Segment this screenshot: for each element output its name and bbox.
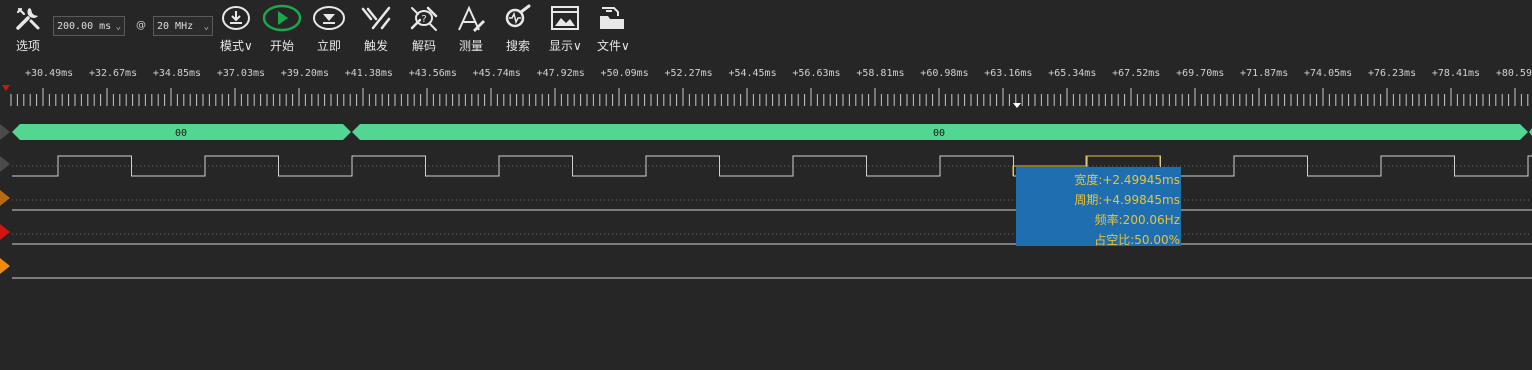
search-icon [505, 4, 531, 28]
file-button[interactable]: 文件∨ [597, 4, 630, 54]
pulse-period-readout: 周期:+4.99845ms [1074, 193, 1180, 207]
immediate-label: 立即 [316, 39, 341, 53]
toolbar: 选项 200.00 ms ⌄ @ 20 MHz ⌄ 模式∨ 开始 立即 触发 ?… [0, 0, 1532, 62]
svg-text:?: ? [421, 14, 427, 25]
trigger-label: 触发 [363, 39, 388, 53]
measure-label: 测量 [458, 39, 483, 53]
trigger-icon [361, 6, 391, 30]
chevron-down-icon: ⌄ [115, 22, 121, 32]
start-label: 开始 [269, 39, 294, 53]
decoder-channel-marker[interactable] [0, 124, 10, 140]
sample-rate-select[interactable]: 20 MHz ⌄ [153, 16, 213, 36]
ruler-ticks [2, 85, 1529, 108]
display-icon [551, 6, 580, 30]
measure-button[interactable]: 测量 [455, 4, 487, 54]
options-label: 选项 [15, 39, 40, 53]
file-icon [600, 7, 625, 29]
cursor-marker-icon [1013, 103, 1021, 108]
decode-label: 解码 [411, 39, 436, 53]
decode-segment-label: 00 [175, 128, 187, 139]
chevron-down-icon: ∨ [573, 39, 582, 53]
at-symbol: @ [136, 20, 146, 31]
mode-label: 模式 [220, 39, 245, 53]
wrench-icon [16, 7, 40, 30]
pulse-frequency-readout: 频率:200.06Hz [1094, 213, 1180, 227]
decode-button[interactable]: ? 解码 [408, 4, 440, 54]
options-button[interactable]: 选项 [14, 4, 42, 54]
trigger-marker-icon [2, 85, 10, 91]
display-button[interactable]: 显示∨ [549, 4, 582, 54]
time-base-value: 200.00 ms [57, 21, 112, 32]
play-icon [262, 4, 302, 32]
sample-rate-value: 20 MHz [157, 21, 194, 32]
start-button[interactable]: 开始 [262, 4, 302, 54]
file-label: 文件 [597, 39, 622, 53]
channel-1-marker[interactable] [0, 190, 10, 206]
search-label: 搜索 [505, 39, 530, 53]
chevron-down-icon: ∨ [244, 39, 253, 53]
pulse-duty-readout: 占空比:50.00% [1094, 233, 1180, 247]
channel-2-marker[interactable] [0, 224, 10, 240]
time-ruler[interactable]: +30.49ms +32.67ms +34.85ms +37.03ms +39.20ms… [0, 62, 1532, 112]
pulse-width-readout: 宽度:+2.49945ms [1074, 173, 1180, 187]
search-button[interactable]: 搜索 [503, 4, 533, 54]
trigger-button[interactable]: 触发 [360, 4, 392, 54]
channel-3-marker[interactable] [0, 258, 10, 274]
channel-0-waveform [12, 155, 1532, 177]
measure-icon [458, 5, 485, 32]
display-label: 显示 [549, 39, 574, 53]
immediate-icon [313, 6, 345, 30]
chevron-down-icon: ⌄ [203, 22, 209, 32]
time-base-select[interactable]: 200.00 ms ⌄ [53, 16, 125, 36]
mode-button[interactable]: 模式∨ [220, 4, 253, 54]
immediate-button[interactable]: 立即 [312, 4, 346, 54]
channel-0-marker[interactable] [0, 156, 10, 172]
decode-segment-label: 00 [933, 128, 945, 139]
pulse-measurement-panel: 宽度:+2.49945ms 周期:+4.99845ms 频率:200.06Hz … [1016, 167, 1181, 247]
chevron-down-icon: ∨ [621, 39, 630, 53]
download-icon [222, 6, 251, 30]
decode-icon: ? [410, 6, 438, 31]
waveform-area[interactable]: 00 00 [0, 112, 1532, 370]
